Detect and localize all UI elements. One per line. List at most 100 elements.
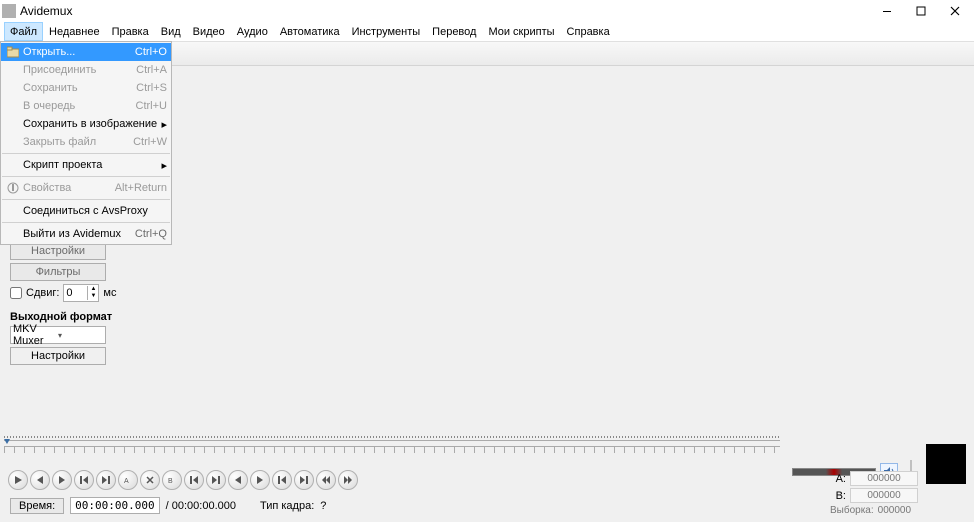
shift-unit: мс xyxy=(103,287,116,299)
menu-audio[interactable]: Аудио xyxy=(231,22,274,41)
prev-icon xyxy=(35,475,45,485)
mark-b-icon: B xyxy=(167,475,177,485)
menu-properties[interactable]: Свойства Alt+Return xyxy=(1,179,171,197)
audio-filters-button[interactable]: Фильтры xyxy=(10,263,106,281)
open-icon xyxy=(5,44,21,60)
marker-b-label: B: xyxy=(830,490,846,502)
menu-queue[interactable]: В очередь Ctrl+U xyxy=(1,97,171,115)
mark-a-icon: A xyxy=(123,475,133,485)
menu-save-image[interactable]: Сохранить в изображение ▸ xyxy=(1,115,171,133)
timeline[interactable] xyxy=(4,436,780,454)
play-button[interactable] xyxy=(8,470,28,490)
close-icon xyxy=(950,6,960,16)
prev-keyframe-button[interactable] xyxy=(74,470,94,490)
window-minimize-button[interactable] xyxy=(870,0,904,22)
play-icon xyxy=(13,475,23,485)
file-dropdown: Открыть... Ctrl+O Присоединить Ctrl+A Со… xyxy=(0,41,172,245)
menu-view[interactable]: Вид xyxy=(155,22,187,41)
menu-open-shortcut: Ctrl+O xyxy=(135,46,167,58)
menu-separator xyxy=(2,176,170,177)
menu-tools[interactable]: Инструменты xyxy=(346,22,427,41)
menu-open[interactable]: Открыть... Ctrl+O xyxy=(1,43,171,61)
last-frame-button[interactable] xyxy=(294,470,314,490)
marker-a-value: 000000 xyxy=(850,471,918,486)
menu-save[interactable]: Сохранить Ctrl+S xyxy=(1,79,171,97)
timeline-marker-icon[interactable] xyxy=(4,439,10,450)
delete-icon xyxy=(145,475,155,485)
menu-avsproxy[interactable]: Соединиться с AvsProxy xyxy=(1,202,171,220)
shift-checkbox[interactable] xyxy=(10,287,22,299)
app-icon xyxy=(2,4,16,18)
maximize-icon xyxy=(916,6,926,16)
prev-frame-button[interactable] xyxy=(30,470,50,490)
shift-row: Сдвиг: 0 ▲▼ мс xyxy=(10,284,180,302)
selection-block: A: 000000 B: 000000 Выборка: 000000 xyxy=(830,471,918,516)
next-keyframe-button[interactable] xyxy=(96,470,116,490)
cut-fwd-icon xyxy=(211,475,221,485)
next-frame-button[interactable] xyxy=(52,470,72,490)
skip-fwd-icon xyxy=(101,475,111,485)
frame-type-label: Тип кадра: xyxy=(260,500,314,512)
menubar: Файл Недавнее Правка Вид Видео Аудио Авт… xyxy=(0,22,974,42)
next-black-button[interactable] xyxy=(250,470,270,490)
menu-close-file[interactable]: Закрыть файл Ctrl+W xyxy=(1,133,171,151)
menu-recent[interactable]: Недавнее xyxy=(43,22,106,41)
set-b-button[interactable]: B xyxy=(162,470,182,490)
first-icon xyxy=(277,475,287,485)
submenu-arrow-icon: ▸ xyxy=(157,118,167,131)
skip-back-icon xyxy=(79,475,89,485)
spin-down-icon[interactable]: ▼ xyxy=(87,293,98,300)
next-cut-button[interactable] xyxy=(206,470,226,490)
shift-value: 0 xyxy=(64,287,87,299)
black-fwd-icon xyxy=(255,475,265,485)
cut-back-icon xyxy=(189,475,199,485)
forward-min-button[interactable] xyxy=(338,470,358,490)
menu-quit[interactable]: Выйти из Avidemux Ctrl+Q xyxy=(1,225,171,243)
menu-go[interactable]: Перевод xyxy=(426,22,482,41)
spin-up-icon[interactable]: ▲ xyxy=(87,286,98,293)
preview-thumb xyxy=(926,444,966,484)
menu-auto[interactable]: Автоматика xyxy=(274,22,346,41)
time-button[interactable]: Время: xyxy=(10,498,64,514)
delete-button[interactable] xyxy=(140,470,160,490)
menu-project-script[interactable]: Скрипт проекта ▸ xyxy=(1,156,171,174)
menu-edit[interactable]: Правка xyxy=(106,22,155,41)
app-title: Avidemux xyxy=(20,4,72,18)
window-maximize-button[interactable] xyxy=(904,0,938,22)
muxer-value: MKV Muxer xyxy=(13,323,58,347)
first-frame-button[interactable] xyxy=(272,470,292,490)
playback-controls: A B xyxy=(8,470,358,490)
minimize-icon xyxy=(882,6,892,16)
black-back-icon xyxy=(233,475,243,485)
menu-separator xyxy=(2,199,170,200)
output-format-label: Выходной формат xyxy=(10,311,180,323)
menu-separator xyxy=(2,153,170,154)
muxer-configure-button[interactable]: Настройки xyxy=(10,347,106,365)
app-window: Avidemux Файл Недавнее Правка Вид Видео … xyxy=(0,0,974,522)
svg-text:B: B xyxy=(168,478,173,485)
prev-black-button[interactable] xyxy=(228,470,248,490)
shift-label: Сдвиг: xyxy=(26,287,59,299)
titlebar: Avidemux xyxy=(0,0,974,22)
back60-icon xyxy=(321,475,331,485)
menu-scripts[interactable]: Мои скрипты xyxy=(482,22,560,41)
menu-help[interactable]: Справка xyxy=(561,22,616,41)
shift-spinner[interactable]: 0 ▲▼ xyxy=(63,284,99,302)
info-icon xyxy=(5,180,21,196)
menu-file[interactable]: Файл xyxy=(4,22,43,41)
marker-a-label: A: xyxy=(830,473,846,485)
time-row: Время: 00:00:00.000 / 00:00:00.000 Тип к… xyxy=(10,497,326,514)
marker-b-value: 000000 xyxy=(850,488,918,503)
frame-type-value: ? xyxy=(320,500,326,512)
menu-append[interactable]: Присоединить Ctrl+A xyxy=(1,61,171,79)
svg-text:A: A xyxy=(124,478,129,485)
muxer-combo[interactable]: MKV Muxer ▾ xyxy=(10,326,106,344)
set-a-button[interactable]: A xyxy=(118,470,138,490)
time-input[interactable]: 00:00:00.000 xyxy=(70,497,159,514)
prev-cut-button[interactable] xyxy=(184,470,204,490)
backward-min-button[interactable] xyxy=(316,470,336,490)
menu-separator xyxy=(2,222,170,223)
selection-label: Выборка: xyxy=(830,505,874,516)
menu-video[interactable]: Видео xyxy=(187,22,231,41)
window-close-button[interactable] xyxy=(938,0,972,22)
